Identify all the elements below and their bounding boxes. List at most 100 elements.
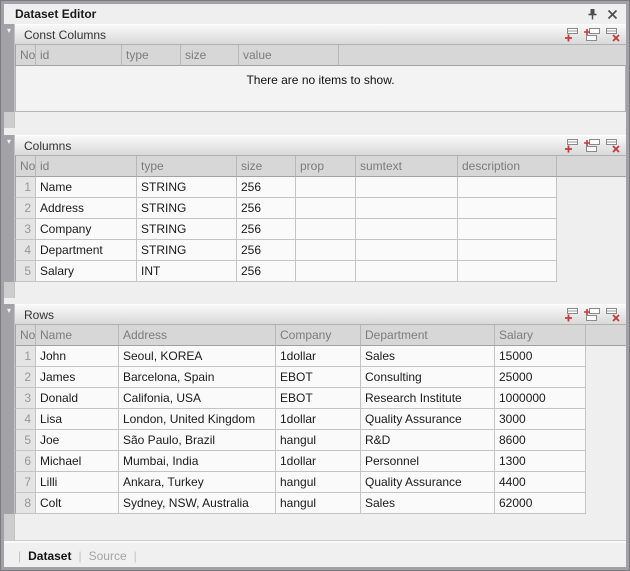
data-cell[interactable]: EBOT <box>276 367 361 388</box>
insert-row-icon[interactable] <box>583 27 601 43</box>
data-cell[interactable]: 1dollar <box>276 346 361 367</box>
data-cell[interactable] <box>458 261 557 282</box>
data-cell[interactable]: STRING <box>137 198 237 219</box>
row-number-cell[interactable]: 4 <box>15 409 36 430</box>
data-cell[interactable]: Barcelona, Spain <box>119 367 276 388</box>
data-cell[interactable]: Personnel <box>361 451 495 472</box>
row-number-cell[interactable]: 5 <box>15 261 36 282</box>
section-collapse-gutter[interactable]: ▾ <box>4 135 15 298</box>
data-cell[interactable] <box>458 177 557 198</box>
data-cell[interactable]: 3000 <box>495 409 586 430</box>
data-cell[interactable]: John <box>36 346 119 367</box>
data-cell[interactable]: 62000 <box>495 493 586 514</box>
data-cell[interactable]: 256 <box>237 240 296 261</box>
data-cell[interactable]: Name <box>36 177 137 198</box>
data-cell[interactable]: Michael <box>36 451 119 472</box>
data-cell[interactable]: Salary <box>36 261 137 282</box>
data-cell[interactable]: Sydney, NSW, Australia <box>119 493 276 514</box>
data-cell[interactable]: 15000 <box>495 346 586 367</box>
table-row[interactable]: 3DonaldCalifonia, USAEBOTResearch Instit… <box>15 388 626 409</box>
column-header-salary[interactable]: Salary <box>495 325 586 346</box>
column-header-prop[interactable]: prop <box>296 156 356 177</box>
data-cell[interactable] <box>356 219 458 240</box>
insert-row-icon[interactable] <box>583 138 601 154</box>
insert-row-icon[interactable] <box>583 307 601 323</box>
table-row[interactable]: 7LilliAnkara, TurkeyhangulQuality Assura… <box>15 472 626 493</box>
column-header-sumtext[interactable]: sumtext <box>356 156 458 177</box>
data-cell[interactable] <box>458 240 557 261</box>
section-collapse-gutter[interactable]: ▾ <box>4 304 15 540</box>
data-cell[interactable]: Colt <box>36 493 119 514</box>
data-cell[interactable]: Lisa <box>36 409 119 430</box>
table-row[interactable]: 3CompanySTRING256 <box>15 219 626 240</box>
table-row[interactable]: 2AddressSTRING256 <box>15 198 626 219</box>
data-cell[interactable]: Department <box>36 240 137 261</box>
column-header-no[interactable]: No <box>15 325 36 346</box>
column-header-id[interactable]: id <box>36 156 137 177</box>
data-cell[interactable]: 256 <box>237 177 296 198</box>
table-row[interactable]: 8ColtSydney, NSW, AustraliahangulSales62… <box>15 493 626 514</box>
close-icon[interactable] <box>607 9 618 20</box>
column-header-id[interactable]: id <box>36 45 122 66</box>
data-cell[interactable]: 1300 <box>495 451 586 472</box>
row-number-cell[interactable]: 1 <box>15 346 36 367</box>
row-number-cell[interactable]: 7 <box>15 472 36 493</box>
row-number-cell[interactable]: 8 <box>15 493 36 514</box>
data-cell[interactable]: 8600 <box>495 430 586 451</box>
data-cell[interactable]: James <box>36 367 119 388</box>
column-header-size[interactable]: size <box>181 45 239 66</box>
add-row-icon[interactable] <box>562 27 580 43</box>
column-header-type[interactable]: type <box>122 45 181 66</box>
column-header-department[interactable]: Department <box>361 325 495 346</box>
table-row[interactable]: 5SalaryINT256 <box>15 261 626 282</box>
data-cell[interactable]: 1000000 <box>495 388 586 409</box>
table-row[interactable]: 2JamesBarcelona, SpainEBOTConsulting2500… <box>15 367 626 388</box>
table-row[interactable]: 4LisaLondon, United Kingdom1dollarQualit… <box>15 409 626 430</box>
add-row-icon[interactable] <box>562 307 580 323</box>
column-header-address[interactable]: Address <box>119 325 276 346</box>
data-cell[interactable]: Company <box>36 219 137 240</box>
data-cell[interactable]: Lilli <box>36 472 119 493</box>
data-cell[interactable]: 256 <box>237 198 296 219</box>
column-header-no[interactable]: No <box>15 156 36 177</box>
data-cell[interactable]: Consulting <box>361 367 495 388</box>
row-number-cell[interactable]: 2 <box>15 198 36 219</box>
row-number-cell[interactable]: 6 <box>15 451 36 472</box>
column-header-no[interactable]: No <box>15 45 36 66</box>
data-cell[interactable] <box>296 198 356 219</box>
data-cell[interactable]: Ankara, Turkey <box>119 472 276 493</box>
data-cell[interactable]: Address <box>36 198 137 219</box>
data-cell[interactable]: Califonia, USA <box>119 388 276 409</box>
data-cell[interactable]: STRING <box>137 177 237 198</box>
data-cell[interactable]: hangul <box>276 472 361 493</box>
data-cell[interactable]: 256 <box>237 261 296 282</box>
row-number-cell[interactable]: 3 <box>15 388 36 409</box>
column-header-value[interactable]: value <box>239 45 339 66</box>
data-cell[interactable]: hangul <box>276 430 361 451</box>
data-cell[interactable]: 1dollar <box>276 409 361 430</box>
delete-row-icon[interactable] <box>604 138 622 154</box>
row-number-cell[interactable]: 5 <box>15 430 36 451</box>
data-cell[interactable]: 256 <box>237 219 296 240</box>
table-row[interactable]: 4DepartmentSTRING256 <box>15 240 626 261</box>
pin-icon[interactable] <box>587 8 598 20</box>
data-cell[interactable]: Quality Assurance <box>361 409 495 430</box>
data-cell[interactable] <box>458 198 557 219</box>
table-row[interactable]: 1NameSTRING256 <box>15 177 626 198</box>
data-cell[interactable]: hangul <box>276 493 361 514</box>
data-cell[interactable]: Donald <box>36 388 119 409</box>
table-row[interactable]: 6MichaelMumbai, India1dollarPersonnel130… <box>15 451 626 472</box>
data-cell[interactable]: London, United Kingdom <box>119 409 276 430</box>
column-header-company[interactable]: Company <box>276 325 361 346</box>
column-header-size[interactable]: size <box>237 156 296 177</box>
data-cell[interactable]: 1dollar <box>276 451 361 472</box>
row-number-cell[interactable]: 3 <box>15 219 36 240</box>
data-cell[interactable]: EBOT <box>276 388 361 409</box>
data-cell[interactable]: STRING <box>137 219 237 240</box>
data-cell[interactable] <box>296 177 356 198</box>
delete-row-icon[interactable] <box>604 307 622 323</box>
data-cell[interactable]: STRING <box>137 240 237 261</box>
data-cell[interactable]: 4400 <box>495 472 586 493</box>
data-cell[interactable] <box>356 240 458 261</box>
table-row[interactable]: 1JohnSeoul, KOREA1dollarSales15000 <box>15 346 626 367</box>
